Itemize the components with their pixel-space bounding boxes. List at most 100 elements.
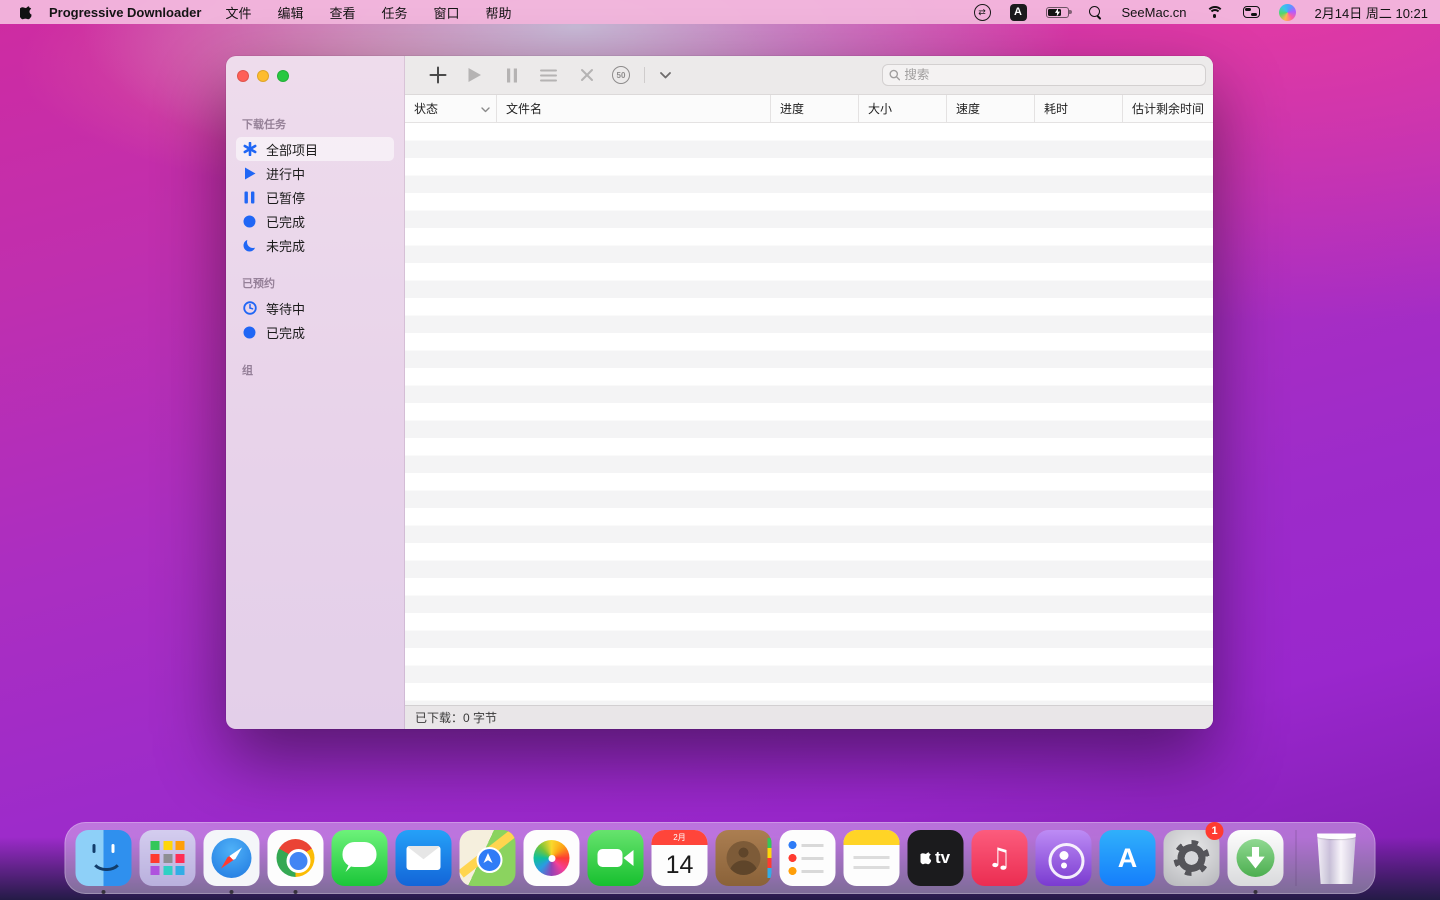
menu-tasks[interactable]: 任务 [382, 3, 408, 22]
battery-icon[interactable] [1046, 7, 1069, 18]
clock-icon [242, 301, 257, 316]
toolbar-chevron-button[interactable] [653, 62, 677, 88]
search-field[interactable] [882, 64, 1206, 86]
calendar-day-label: 14 [666, 845, 694, 886]
dock-item-appletv[interactable]: tv [908, 826, 964, 890]
dock-item-finder[interactable] [76, 826, 132, 890]
music-icon: ♫ [972, 830, 1028, 886]
dock-item-mail[interactable] [396, 826, 452, 890]
apple-menu-icon[interactable] [20, 4, 35, 20]
menu-bar: Progressive Downloader 文件 编辑 查看 任务 窗口 帮助… [0, 0, 1440, 24]
dock-item-reminders[interactable] [780, 826, 836, 890]
sidebar-item-label: 已完成 [266, 323, 305, 342]
calendar-month-label: 2月 [652, 830, 708, 845]
sidebar-item-incomplete[interactable]: 未完成 [236, 233, 394, 257]
launchpad-icon [140, 830, 196, 886]
dock-item-chrome[interactable] [268, 826, 324, 890]
spotlight-search-icon[interactable] [1088, 5, 1103, 20]
dock-item-launchpad[interactable] [140, 826, 196, 890]
menu-edit[interactable]: 编辑 [277, 3, 303, 22]
table-header: 状态 文件名 进度 大小 速度 耗时 估计剩余时间 [405, 95, 1213, 123]
chrome-icon [268, 830, 324, 886]
dock-item-appstore[interactable]: A [1100, 826, 1156, 890]
column-header-size[interactable]: 大小 [859, 95, 947, 122]
downloads-table-body[interactable] [405, 123, 1213, 705]
speed-limit-badge: 50 [612, 66, 630, 84]
downloaded-total-text: 已下载：0 字节 [415, 709, 497, 726]
appstore-icon: A [1100, 830, 1156, 886]
dock-item-photos[interactable] [524, 826, 580, 890]
sidebar-item-paused[interactable]: 已暂停 [236, 185, 394, 209]
menu-view[interactable]: 查看 [329, 3, 355, 22]
sidebar-item-label: 已完成 [266, 212, 305, 231]
sort-chevron-icon [481, 102, 490, 116]
input-source-icon[interactable]: A [1010, 4, 1027, 21]
column-header-status[interactable]: 状态 [405, 95, 497, 122]
dock-item-podcasts[interactable] [1036, 826, 1092, 890]
dock-item-system-preferences[interactable]: 1 [1164, 826, 1220, 890]
menubar-clock[interactable]: 2月14日 周二 10:21 [1315, 3, 1428, 22]
column-header-speed[interactable]: 速度 [947, 95, 1035, 122]
remove-download-button[interactable] [567, 62, 606, 88]
hostname-status[interactable]: SeeMac.cn [1122, 5, 1187, 20]
sidebar-item-waiting[interactable]: 等待中 [236, 296, 394, 320]
speed-limit-button[interactable]: 50 [606, 62, 636, 88]
sidebar-item-completed[interactable]: 已完成 [236, 209, 394, 233]
window-sidebar: 下载任务 全部项目 进行中 已暂停 [226, 56, 405, 729]
column-header-filename[interactable]: 文件名 [497, 95, 771, 122]
dock-item-trash[interactable] [1309, 826, 1365, 890]
dock-item-progressive-downloader[interactable] [1228, 826, 1284, 890]
search-input[interactable] [904, 68, 1199, 82]
sidebar-item-label: 进行中 [266, 164, 305, 183]
window-controls [226, 70, 404, 82]
running-indicator [1254, 890, 1258, 894]
sidebar-item-scheduled-completed[interactable]: 已完成 [236, 320, 394, 344]
column-header-eta[interactable]: 估计剩余时间 [1123, 95, 1213, 122]
add-download-button[interactable] [421, 62, 455, 88]
dock-item-facetime[interactable] [588, 826, 644, 890]
asterisk-icon [242, 142, 257, 157]
column-header-elapsed[interactable]: 耗时 [1035, 95, 1123, 122]
close-window-button[interactable] [237, 70, 249, 82]
sidebar-item-label: 等待中 [266, 299, 305, 318]
switch-control-icon[interactable]: ⇄ [974, 4, 991, 21]
wifi-icon[interactable] [1206, 6, 1224, 19]
column-header-progress[interactable]: 进度 [771, 95, 859, 122]
dock-item-messages[interactable] [332, 826, 388, 890]
active-app-name[interactable]: Progressive Downloader [49, 5, 201, 20]
reminders-icon [780, 830, 836, 886]
dock-item-maps[interactable] [460, 826, 516, 890]
safari-icon [204, 830, 260, 886]
dock-item-notes[interactable] [844, 826, 900, 890]
photos-icon [524, 830, 580, 886]
appletv-icon: tv [908, 830, 964, 886]
window-toolbar: 50 [405, 56, 1213, 95]
window-main: 50 状态 文件名 [405, 56, 1213, 729]
zoom-window-button[interactable] [277, 70, 289, 82]
control-center-icon[interactable] [1243, 6, 1260, 19]
sidebar-item-label: 未完成 [266, 236, 305, 255]
desktop-wallpaper[interactable]: Progressive Downloader 文件 编辑 查看 任务 窗口 帮助… [0, 0, 1440, 900]
menu-window[interactable]: 窗口 [434, 3, 460, 22]
play-icon [242, 166, 257, 181]
window-status-bar: 已下载：0 字节 [405, 705, 1213, 729]
minimize-window-button[interactable] [257, 70, 269, 82]
contacts-icon [716, 830, 772, 886]
dock-item-music[interactable]: ♫ [972, 826, 1028, 890]
dock-item-safari[interactable] [204, 826, 260, 890]
menu-help[interactable]: 帮助 [486, 3, 512, 22]
notification-badge: 1 [1206, 822, 1224, 840]
appstore-label: A [1118, 843, 1138, 874]
dock-item-contacts[interactable] [716, 826, 772, 890]
dock-item-calendar[interactable]: 2月 14 [652, 826, 708, 890]
siri-icon[interactable] [1279, 4, 1296, 21]
progressive-downloader-icon [1228, 830, 1284, 886]
running-indicator [102, 890, 106, 894]
sidebar-item-all-items[interactable]: 全部项目 [236, 137, 394, 161]
task-list-button[interactable] [530, 62, 567, 88]
calendar-icon: 2月 14 [652, 830, 708, 886]
menu-file[interactable]: 文件 [225, 3, 251, 22]
start-download-button[interactable] [455, 62, 493, 88]
pause-download-button[interactable] [493, 62, 530, 88]
sidebar-item-in-progress[interactable]: 进行中 [236, 161, 394, 185]
